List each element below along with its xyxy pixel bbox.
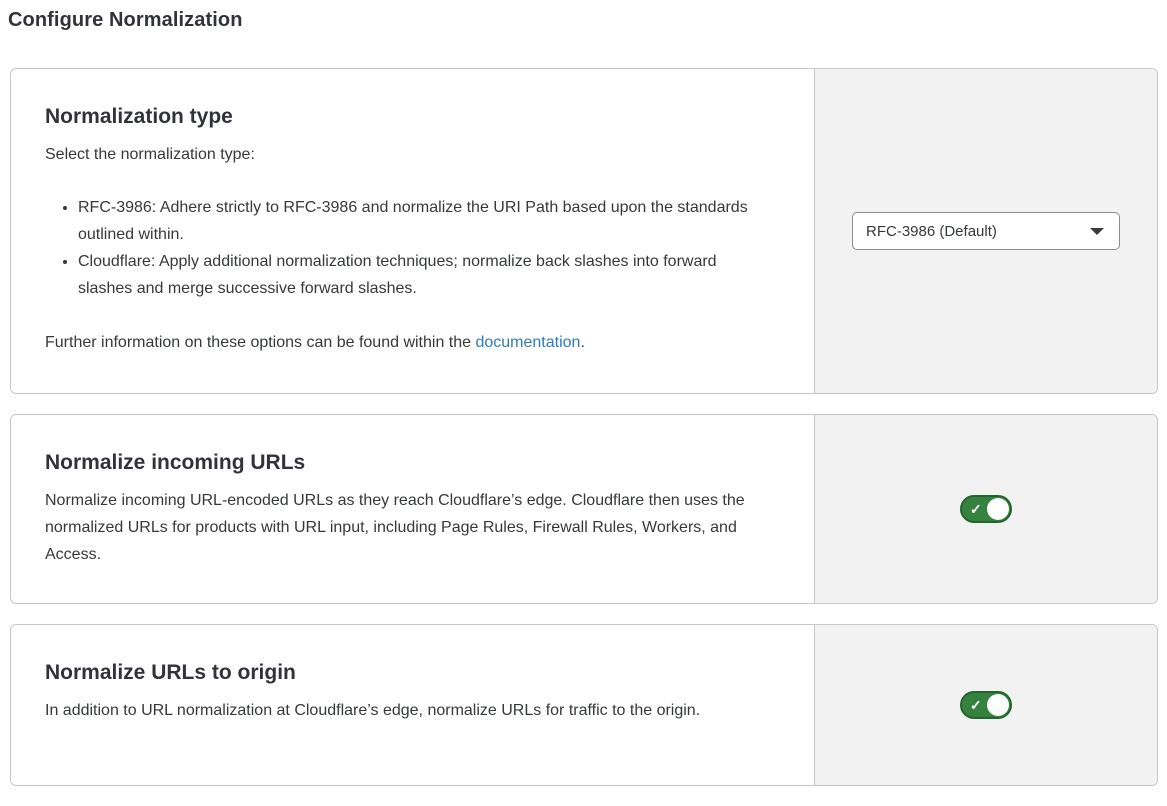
cards-container: Normalization type Select the normalizat… — [10, 68, 1158, 786]
normalize-urls-to-origin-toggle[interactable]: ✓ — [960, 691, 1012, 719]
further-information-note: Further information on these options can… — [45, 329, 774, 356]
normalization-type-aside: RFC-3986 (Default) — [814, 69, 1157, 393]
normalize-incoming-urls-content: Normalize incoming URLs Normalize incomi… — [11, 415, 814, 603]
normalize-incoming-urls-aside: ✓ — [814, 415, 1157, 603]
list-item-rfc-3986: RFC-3986: Adhere strictly to RFC-3986 an… — [78, 194, 768, 248]
footer-note-suffix: . — [580, 334, 584, 351]
normalize-urls-to-origin-content: Normalize URLs to origin In addition to … — [11, 625, 814, 785]
caret-down-icon — [1090, 228, 1104, 235]
check-icon: ✓ — [970, 502, 982, 516]
normalization-type-heading: Normalization type — [45, 105, 774, 129]
normalize-incoming-urls-heading: Normalize incoming URLs — [45, 451, 774, 475]
list-item-cloudflare: Cloudflare: Apply additional normalizati… — [78, 248, 768, 302]
toggle-knob — [987, 498, 1009, 520]
toggle-knob — [987, 694, 1009, 716]
normalize-incoming-urls-description: Normalize incoming URL-encoded URLs as t… — [45, 487, 774, 568]
normalize-urls-to-origin-aside: ✓ — [814, 625, 1157, 785]
page-title: Configure Normalization — [8, 9, 1167, 32]
normalization-type-options-list: RFC-3986: Adhere strictly to RFC-3986 an… — [45, 194, 774, 302]
normalize-urls-to-origin-description: In addition to URL normalization at Clou… — [45, 697, 774, 724]
normalization-type-select[interactable]: RFC-3986 (Default) — [852, 212, 1120, 250]
normalize-incoming-urls-toggle[interactable]: ✓ — [960, 495, 1012, 523]
documentation-link[interactable]: documentation — [475, 334, 580, 351]
normalize-urls-to-origin-heading: Normalize URLs to origin — [45, 661, 774, 685]
normalize-urls-to-origin-card: Normalize URLs to origin In addition to … — [10, 624, 1158, 786]
normalization-type-card: Normalization type Select the normalizat… — [10, 68, 1158, 394]
normalization-type-select-value: RFC-3986 (Default) — [866, 223, 997, 240]
normalization-type-intro: Select the normalization type: — [45, 141, 774, 168]
footer-note-prefix: Further information on these options can… — [45, 334, 475, 351]
check-icon: ✓ — [970, 698, 982, 712]
normalize-incoming-urls-card: Normalize incoming URLs Normalize incomi… — [10, 414, 1158, 604]
normalization-type-content: Normalization type Select the normalizat… — [11, 69, 814, 393]
